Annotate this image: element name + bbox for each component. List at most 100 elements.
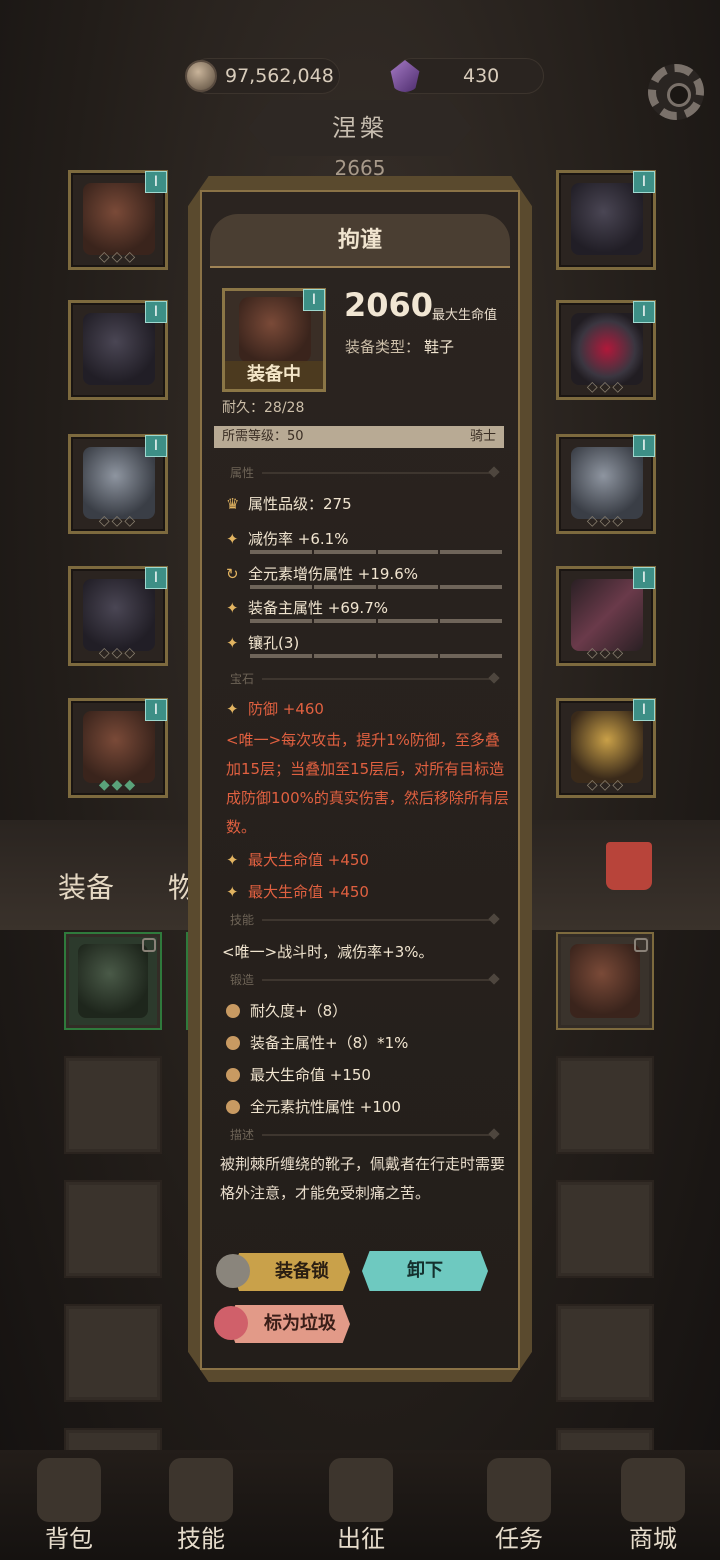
forge-dot-icon [226,1004,240,1018]
quality-icon: ♛ [226,495,240,513]
weapon-icon [571,579,643,651]
boots-icon [78,944,148,1018]
affix-row: ✦ 减伤率 +6.1% [226,530,349,548]
inventory-slot[interactable] [556,932,654,1030]
character-name: 涅槃 [248,100,472,156]
level-badge: Ⅰ [145,171,167,193]
forge-row: 全元素抗性属性 +100 [226,1096,401,1117]
star-icon: ✦ [226,851,239,869]
equip-slot-ring-1[interactable]: Ⅰ ◇◇◇ [556,300,656,400]
coin-icon [185,60,217,92]
gem-counter: 430 [390,58,544,94]
star-icon: ✦ [226,634,239,652]
inventory-slot[interactable] [64,932,162,1030]
section-gems: 宝石 [230,672,255,686]
armor-icon [83,313,155,385]
affix-row: ✦ 装备主属性 +69.7% [226,599,388,617]
forge-dot-icon [226,1036,240,1050]
gloves-icon [83,447,155,519]
nav-bag[interactable]: 背包 [14,1450,124,1560]
skill-book-icon [169,1458,233,1522]
star-icon: ✦ [226,530,239,548]
equip-slot-weapon[interactable]: Ⅰ ◇◇◇ [556,566,656,666]
level-badge: Ⅰ [303,289,325,311]
nav-quests[interactable]: 任务 [464,1450,574,1560]
gem-amount: 430 [463,65,500,87]
bag-icon [37,1458,101,1522]
settings-gear-icon[interactable] [648,64,704,120]
gold-counter: 97,562,048 [185,58,340,94]
affix-row: ↻ 全元素增伤属性 +19.6% [226,565,418,583]
forge-row: 最大生命值 +150 [226,1064,371,1085]
star-icon: ✦ [226,883,239,901]
main-stat-value: 2060 [344,286,434,324]
star-icon: ✦ [226,700,239,718]
section-description: 描述 [230,1128,255,1142]
equip-slot-pants[interactable]: Ⅰ ◇◇◇ [68,566,168,666]
required-level: 所需等级：50 [222,429,304,444]
equip-slot-offhand[interactable]: Ⅰ ◇◇◇ [556,698,656,798]
forge-dot-icon [226,1068,240,1082]
tab-equipment[interactable]: 装备 [58,866,114,906]
boots-icon [239,297,311,363]
inventory-slot[interactable] [64,1056,162,1154]
boots-icon [83,711,155,783]
trash-bag-icon [214,1306,248,1340]
helmet-icon [83,183,155,255]
quality-row: ♛ 属性品级：275 [226,495,352,513]
requirement-bar: 所需等级：50 骑士 [214,426,504,448]
trash-icon[interactable] [606,842,652,890]
shop-icon [621,1458,685,1522]
unequip-button[interactable]: 卸下 [362,1251,488,1291]
nav-skills[interactable]: 技能 [146,1450,256,1560]
section-skills: 技能 [230,913,255,927]
item-thumbnail: Ⅰ 装备中 [222,288,326,392]
inventory-slot[interactable] [556,1180,654,1278]
forge-row: 耐久度+（8） [226,1000,347,1021]
durability: 耐久：28/28 [222,400,305,416]
equip-slot-ring-2[interactable]: Ⅰ ◇◇◇ [556,434,656,534]
bottom-nav: 背包 技能 出征 任务 商城 [0,1450,720,1560]
nav-shop[interactable]: 商城 [598,1450,708,1560]
inventory-slot[interactable] [64,1304,162,1402]
lock-icon [216,1254,250,1288]
gem-row: ✦ 最大生命值 +450 [226,851,369,869]
equip-slot-helmet[interactable]: Ⅰ ◇◇◇ [68,170,168,270]
boots-icon [570,944,640,1018]
lock-icon [142,938,156,952]
item-name: 拘谨 [210,214,510,268]
inventory-slot[interactable] [556,1304,654,1402]
cycle-icon: ↻ [226,565,239,583]
equipped-tag: 装备中 [225,361,323,389]
quest-icon [487,1458,551,1522]
section-forge: 锻造 [230,973,255,987]
equip-slot-boots[interactable]: Ⅰ ◆◆◆ [68,698,168,798]
skill-effect: <唯一>战斗时，减伤率+3%。 [222,943,434,961]
gem-row: ✦ 最大生命值 +450 [226,883,369,901]
affix-row: ✦ 镶孔(3) [226,634,300,652]
star-icon: ✦ [226,599,239,617]
equip-slot-necklace[interactable]: Ⅰ [556,170,656,270]
gem-row: ✦ 防御 +460 [226,700,324,718]
sword-icon [329,1458,393,1522]
equip-slot-gloves[interactable]: Ⅰ ◇◇◇ [68,434,168,534]
equip-slot-armor[interactable]: Ⅰ [68,300,168,400]
forge-row: 装备主属性+（8）*1% [226,1032,408,1053]
inventory-slot[interactable] [556,1056,654,1154]
gold-amount: 97,562,048 [225,65,334,87]
gem-unique-effect: <唯一>每次攻击，提升1%防御，至多叠加15层；当叠加至15层后，对所有目标造成… [226,731,509,836]
ring-icon [571,313,643,385]
main-stat-label: 最大生命值 [432,308,498,323]
forge-dot-icon [226,1100,240,1114]
section-attributes: 属性 [230,466,255,480]
necklace-icon [571,183,643,255]
lock-icon [634,938,648,952]
nav-expedition[interactable]: 出征 [306,1450,416,1560]
ring-icon [571,447,643,519]
item-description: 被荆棘所缠绕的靴子，佩戴者在行走时需要格外注意，才能免受刺痛之苦。 [220,1155,506,1202]
offhand-icon [571,711,643,783]
pants-icon [83,579,155,651]
inventory-slot[interactable] [64,1180,162,1278]
required-class: 骑士 [469,429,496,444]
item-type: 装备类型： 鞋子 [345,338,455,356]
